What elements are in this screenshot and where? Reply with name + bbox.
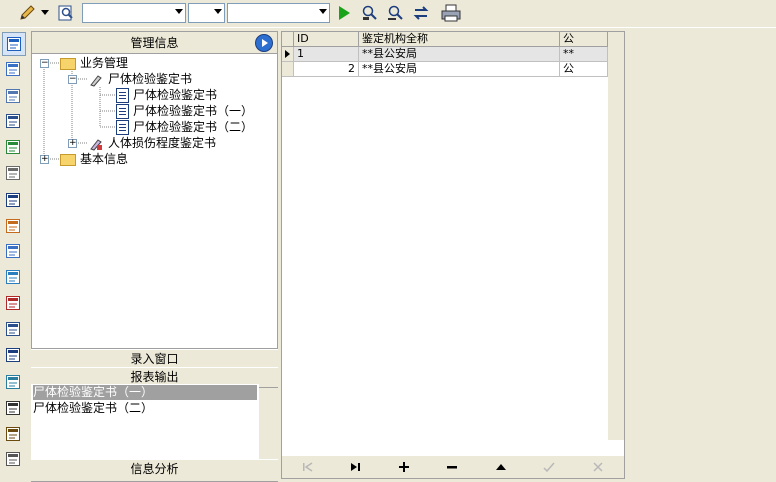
row-indicator[interactable] [282, 62, 294, 77]
cancel-record-button[interactable] [578, 458, 618, 476]
post-record-button[interactable] [529, 458, 569, 476]
table-icon[interactable] [2, 318, 24, 340]
vertical-scrollbar[interactable] [608, 32, 624, 440]
tools-icon [88, 73, 104, 87]
network-icon[interactable] [2, 58, 24, 80]
column-header-id[interactable]: ID [294, 32, 359, 47]
collapse-toggle-autopsy[interactable]: − [68, 75, 77, 84]
print-icon[interactable] [440, 3, 462, 23]
column-header-agency[interactable]: 鉴定机构全称 [359, 32, 560, 47]
first-icon [303, 462, 313, 472]
cell-id[interactable]: 2 [294, 62, 359, 77]
collapse-button[interactable] [255, 34, 273, 52]
tree-node-autopsy-doc-2[interactable]: 尸体检验鉴定书（二） [116, 119, 253, 135]
chevron-down-icon[interactable] [38, 3, 52, 23]
column-header-public[interactable]: 公 [560, 32, 608, 47]
edit-record-button[interactable] [481, 458, 521, 476]
play-circle-icon [262, 39, 268, 47]
tree-node-autopsy-doc[interactable]: 尸体检验鉴定书 [116, 87, 217, 103]
info-analysis-tab[interactable]: 信息分析 [31, 459, 278, 482]
cell-id[interactable]: 1 [294, 47, 359, 62]
folder-icon [60, 153, 76, 166]
report-icon[interactable] [2, 344, 24, 366]
check-icon [543, 462, 555, 472]
cell-agency[interactable]: **县公安局 [359, 62, 560, 77]
tools-icon [88, 137, 104, 151]
tree-node-autopsy-doc-1[interactable]: 尸体检验鉴定书（一） [116, 103, 253, 119]
cell-public[interactable]: ** [560, 47, 608, 62]
arrow-box-icon[interactable] [2, 189, 24, 211]
tree-node-autopsy[interactable]: 尸体检验鉴定书 [88, 71, 192, 87]
list-icon[interactable] [2, 85, 24, 107]
copy-icon[interactable] [2, 215, 24, 237]
left-icon-strip [0, 28, 28, 480]
first-record-button[interactable] [288, 458, 328, 476]
value-combo[interactable] [227, 3, 330, 23]
field-combo[interactable] [82, 3, 186, 23]
report-list: 尸体检验鉴定书（一） 尸体检验鉴定书（二） [31, 384, 259, 460]
document-icon [116, 120, 129, 135]
play-icon[interactable] [333, 3, 355, 23]
document-icon[interactable] [2, 110, 24, 132]
minus-icon [447, 466, 457, 469]
window-icon[interactable] [2, 32, 26, 56]
current-row-icon [285, 50, 290, 58]
report-item-selected[interactable]: 尸体检验鉴定书（一） [33, 385, 257, 400]
expand-toggle-basic[interactable]: + [40, 155, 49, 164]
expand-toggle-injury[interactable]: + [68, 139, 77, 148]
operator-combo[interactable] [188, 3, 225, 23]
row-indicator[interactable] [282, 47, 294, 62]
management-panel-title: 管理信息 [130, 36, 179, 50]
report-item[interactable]: 尸体检验鉴定书（二） [33, 401, 257, 416]
tree-node-injury[interactable]: 人体损伤程度鉴定书 [88, 135, 216, 151]
document-icon [116, 104, 129, 119]
search-doc-icon[interactable] [55, 3, 77, 23]
user-settings-icon[interactable] [2, 423, 24, 445]
close-icon [593, 462, 603, 472]
import-icon[interactable] [2, 371, 24, 393]
glasses-icon[interactable] [2, 292, 24, 314]
refresh-icon[interactable] [410, 3, 432, 23]
pencil-icon[interactable] [16, 3, 38, 23]
form-icon[interactable] [2, 240, 24, 262]
trash-icon[interactable] [2, 448, 24, 470]
cell-public[interactable]: 公 [560, 62, 608, 77]
find-people-icon[interactable] [358, 3, 380, 23]
delete-record-button[interactable] [432, 458, 472, 476]
cell-agency[interactable]: **县公安局 [359, 47, 560, 62]
last-record-button[interactable] [336, 458, 376, 476]
collapse-toggle-business[interactable]: − [40, 59, 49, 68]
record-navigator [282, 456, 624, 478]
plus-icon [399, 462, 409, 472]
management-panel: 管理信息 − 业务管理 − 尸体检验鉴定书 尸体检验鉴定书 尸体检验鉴定书（一）… [31, 31, 278, 349]
grid-corner [282, 32, 294, 47]
tree-node-basic[interactable]: 基本信息 [60, 151, 128, 167]
tree-node-business[interactable]: 业务管理 [60, 55, 128, 71]
toolbar [0, 0, 776, 28]
find-next-icon[interactable] [384, 3, 406, 23]
folder-open-icon [60, 57, 76, 70]
form-doc-icon [116, 88, 129, 103]
triangle-up-icon [496, 464, 506, 470]
grid-icon[interactable] [2, 397, 24, 419]
management-panel-header: 管理信息 [32, 32, 277, 54]
data-grid: ID 鉴定机构全称 公 1 **县公安局 ** 2 **县公安局 公 [281, 31, 625, 479]
add-record-button[interactable] [384, 458, 424, 476]
people-search-icon[interactable] [2, 266, 24, 288]
envelope-icon[interactable] [2, 162, 24, 184]
last-icon [351, 463, 360, 471]
chart-icon[interactable] [2, 136, 24, 158]
